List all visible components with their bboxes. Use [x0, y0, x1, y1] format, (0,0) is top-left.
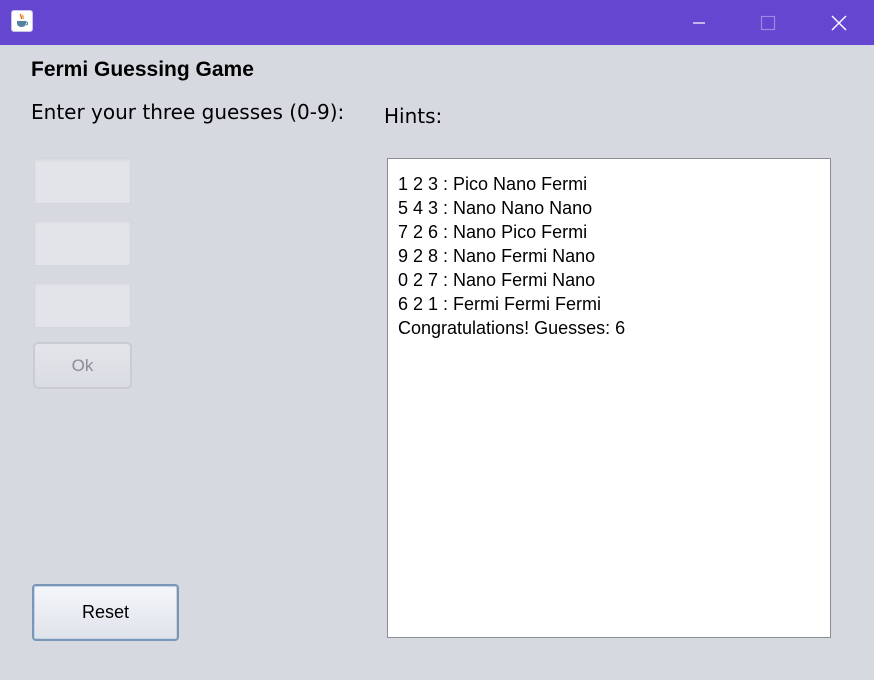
- guess-field-1[interactable]: [34, 158, 131, 204]
- hint-line: 9 2 8 : Nano Fermi Nano: [398, 246, 596, 266]
- maximize-button[interactable]: [745, 0, 791, 45]
- hint-line: 6 2 1 : Fermi Fermi Fermi: [398, 294, 602, 314]
- congratulations-line: Congratulations! Guesses: 6: [398, 318, 626, 338]
- close-button[interactable]: [816, 0, 862, 45]
- minimize-button[interactable]: [676, 0, 722, 45]
- guess-field-2[interactable]: [34, 220, 131, 266]
- maximize-icon: [760, 15, 776, 30]
- hint-line: 7 2 6 : Nano Pico Fermi: [398, 222, 588, 242]
- java-coffee-icon[interactable]: [11, 10, 33, 32]
- hint-line: 0 2 7 : Nano Fermi Nano: [398, 270, 596, 290]
- ok-button[interactable]: Ok: [33, 342, 132, 389]
- game-panel: Fermi Guessing Game Enter your three gue…: [0, 45, 874, 680]
- close-icon: [831, 15, 847, 30]
- reset-button[interactable]: Reset: [32, 584, 179, 641]
- game-title: Fermi Guessing Game: [31, 58, 254, 81]
- hint-line: 5 4 3 : Nano Nano Nano: [398, 198, 593, 218]
- title-bar[interactable]: [0, 0, 874, 45]
- guess-prompt-label: Enter your three guesses (0-9):: [31, 100, 345, 124]
- hints-text-area[interactable]: 1 2 3 : Pico Nano Fermi 5 4 3 : Nano Nan…: [387, 158, 831, 638]
- minimize-icon: [693, 21, 705, 24]
- guess-field-3[interactable]: [34, 282, 131, 328]
- hints-label: Hints:: [384, 104, 443, 128]
- hint-line: 1 2 3 : Pico Nano Fermi: [398, 174, 588, 194]
